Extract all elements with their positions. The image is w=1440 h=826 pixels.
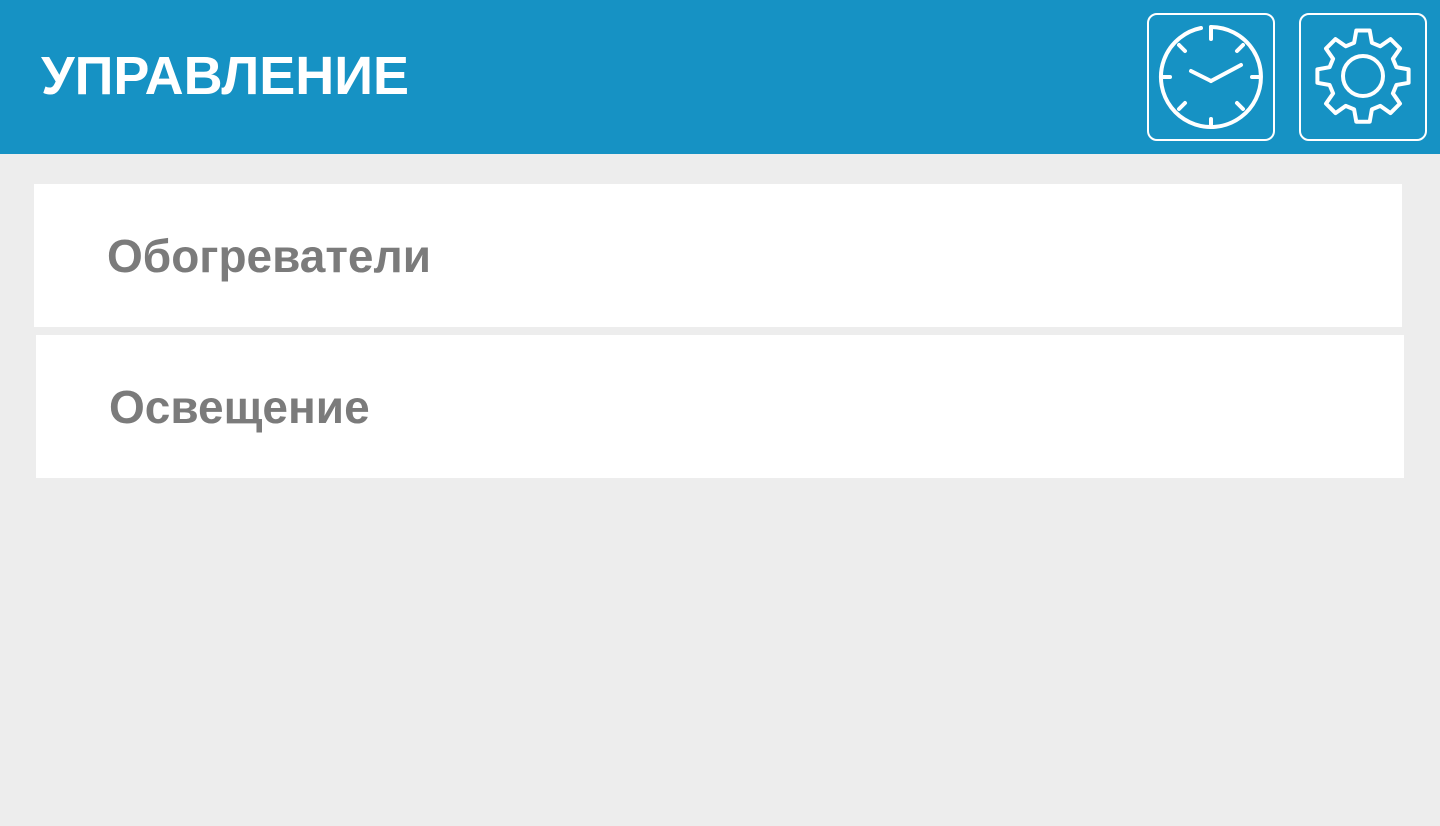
menu-item-label: Освещение <box>109 381 370 433</box>
menu-item-lighting[interactable]: Освещение <box>36 335 1404 478</box>
gear-icon <box>1315 28 1411 124</box>
schedule-button[interactable] <box>1147 13 1275 141</box>
header-bar: УПРАВЛЕНИЕ <box>0 0 1440 154</box>
menu-item-label: Обогреватели <box>107 230 431 282</box>
clock-icon <box>1158 25 1263 129</box>
settings-button[interactable] <box>1299 13 1427 141</box>
page-title: УПРАВЛЕНИЕ <box>41 46 410 106</box>
menu-item-heaters[interactable]: Обогреватели <box>34 184 1402 327</box>
